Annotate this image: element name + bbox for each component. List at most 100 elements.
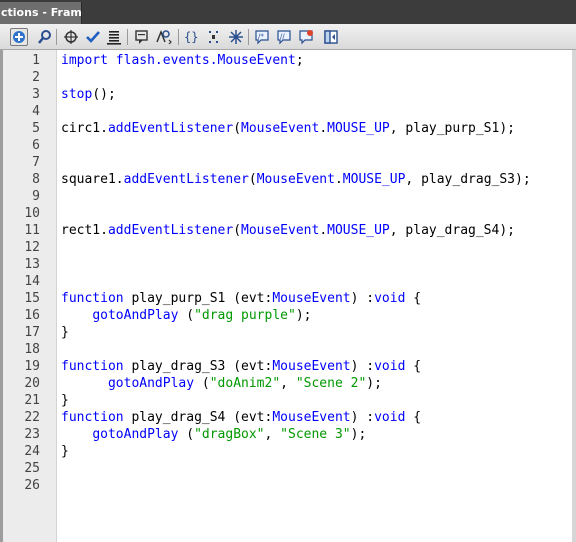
code-token: play_purp_S1 (evt: [123, 291, 273, 306]
code-token: ); [350, 427, 367, 442]
code-text: import flash.events.MouseEvent; [61, 52, 304, 69]
code-token: "dragBox" [194, 427, 265, 442]
debug-options-icon [156, 29, 172, 45]
code-token: MouseEvent [241, 121, 320, 136]
code-token: function [61, 291, 124, 306]
line-number: 14 [24, 274, 40, 289]
code-text: gotoAndPlay ("drag purple"); [61, 307, 311, 324]
code-token: function [61, 359, 124, 374]
code-line[interactable]: 22 function play_drag_S4 (evt:MouseEvent)… [0, 409, 572, 426]
code-token: { [405, 291, 422, 306]
line-number: 18 [24, 342, 40, 357]
code-line[interactable]: 11 rect1.addEventListener(MouseEvent.MOUS… [0, 222, 572, 239]
code-line[interactable]: 4 [0, 103, 572, 120]
code-line[interactable]: 6 [0, 137, 572, 154]
code-token: , play_purp_S1); [389, 121, 515, 136]
code-text: } [61, 443, 69, 460]
code-token: ) : [350, 291, 375, 306]
toolbar-separator [178, 29, 179, 45]
line-number: 20 [24, 376, 40, 391]
code-line[interactable]: 19 function play_drag_S3 (evt:MouseEvent)… [0, 358, 572, 375]
code-text: gotoAndPlay ("doAnim2", "Scene 2"); [61, 375, 382, 392]
code-line[interactable]: 2 [0, 69, 572, 86]
apply-block-comment-icon: /* [255, 30, 269, 45]
expand-all-icon [229, 30, 243, 44]
code-line[interactable]: 8 square1.addEventListener(MouseEvent.MOU… [0, 171, 572, 188]
toolbar-separator [248, 29, 249, 45]
code-token: function [61, 410, 124, 425]
insert-target-path-icon [64, 30, 78, 44]
code-text: function play_purp_S1 (evt:MouseEvent) :… [61, 290, 421, 307]
code-line[interactable]: 15 function play_purp_S1 (evt:MouseEvent)… [0, 290, 572, 307]
show-hide-toolbox-icon [324, 30, 338, 44]
apply-block-comment-button[interactable]: /* [253, 28, 271, 46]
apply-line-comment-button[interactable]: // [275, 28, 293, 46]
code-token: , [264, 427, 281, 442]
code-line[interactable]: 3 stop(); [0, 86, 572, 103]
code-line[interactable]: 5 circ1.addEventListener(MouseEvent.MOUSE… [0, 120, 572, 137]
code-token: gotoAndPlay [92, 427, 179, 442]
auto-format-button[interactable] [105, 28, 123, 46]
check-syntax-button[interactable] [84, 28, 102, 46]
code-line[interactable]: 1 import flash.events.MouseEvent; [0, 52, 572, 69]
code-token: ( [233, 223, 242, 238]
find-icon [38, 30, 51, 44]
code-token: MOUSE_UP [327, 121, 390, 136]
code-token: circ1. [61, 121, 108, 136]
code-line[interactable]: 25 [0, 460, 572, 477]
code-text: square1.addEventListener(MouseEvent.MOUS… [61, 171, 531, 188]
code-token: void [374, 410, 406, 425]
code-line[interactable]: 7 [0, 154, 572, 171]
code-token: { [405, 410, 422, 425]
code-line[interactable]: 17} [0, 324, 572, 341]
line-number: 5 [32, 121, 40, 136]
code-token: MOUSE_UP [327, 223, 390, 238]
code-line[interactable]: 26 [0, 477, 572, 494]
script-editor[interactable]: 1 import flash.events.MouseEvent; 2 3 stop()… [0, 50, 576, 542]
code-line[interactable]: 21} [0, 392, 572, 409]
code-hint-icon [135, 30, 148, 44]
add-script-item-button[interactable] [10, 28, 28, 46]
code-hint-button[interactable] [133, 28, 151, 46]
code-line[interactable]: 14 [0, 273, 572, 290]
code-line[interactable]: 24} [0, 443, 572, 460]
actions-toolbar: {} /* // [0, 24, 576, 50]
svg-text:/*: /* [258, 33, 264, 41]
code-line[interactable]: 13 [0, 256, 572, 273]
code-token: ) : [350, 410, 375, 425]
code-line[interactable]: 23 gotoAndPlay ("dragBox", "Scene 3"); [0, 426, 572, 443]
code-token: "Scene 3" [280, 427, 351, 442]
code-line[interactable]: 10 [0, 205, 572, 222]
editor-right-edge [572, 50, 576, 542]
remove-comment-button[interactable] [297, 28, 315, 46]
debug-options-button[interactable] [155, 28, 173, 46]
code-token: ) : [350, 359, 375, 374]
panel-tab-actions[interactable]: ctions - Frame [0, 2, 82, 24]
line-number: 4 [32, 104, 40, 119]
line-number: 12 [24, 240, 40, 255]
code-text: function play_drag_S3 (evt:MouseEvent) :… [61, 358, 421, 375]
apply-line-comment-icon: // [277, 30, 291, 45]
collapse-between-braces-button[interactable]: {} [182, 28, 200, 46]
line-number: 10 [24, 206, 40, 221]
line-number: 11 [24, 223, 40, 238]
expand-all-button[interactable] [227, 28, 245, 46]
code-token: void [374, 291, 406, 306]
show-hide-toolbox-button[interactable] [322, 28, 340, 46]
collapse-selection-button[interactable] [205, 28, 223, 46]
code-line[interactable]: 9 [0, 188, 572, 205]
code-token: square1. [61, 172, 124, 187]
insert-target-path-button[interactable] [62, 28, 80, 46]
code-line[interactable]: 16 gotoAndPlay ("drag purple"); [0, 307, 572, 324]
code-token: , [280, 376, 296, 391]
code-token: ( [178, 427, 195, 442]
panel-title: ctions - Frame [1, 6, 82, 19]
code-line[interactable]: 18 [0, 341, 572, 358]
find-button[interactable] [36, 28, 54, 46]
code-line[interactable]: 12 [0, 239, 572, 256]
code-line[interactable]: 20 gotoAndPlay ("doAnim2", "Scene 2"); [0, 375, 572, 392]
line-number: 7 [32, 155, 40, 170]
collapse-between-braces-icon: {} [184, 30, 198, 44]
